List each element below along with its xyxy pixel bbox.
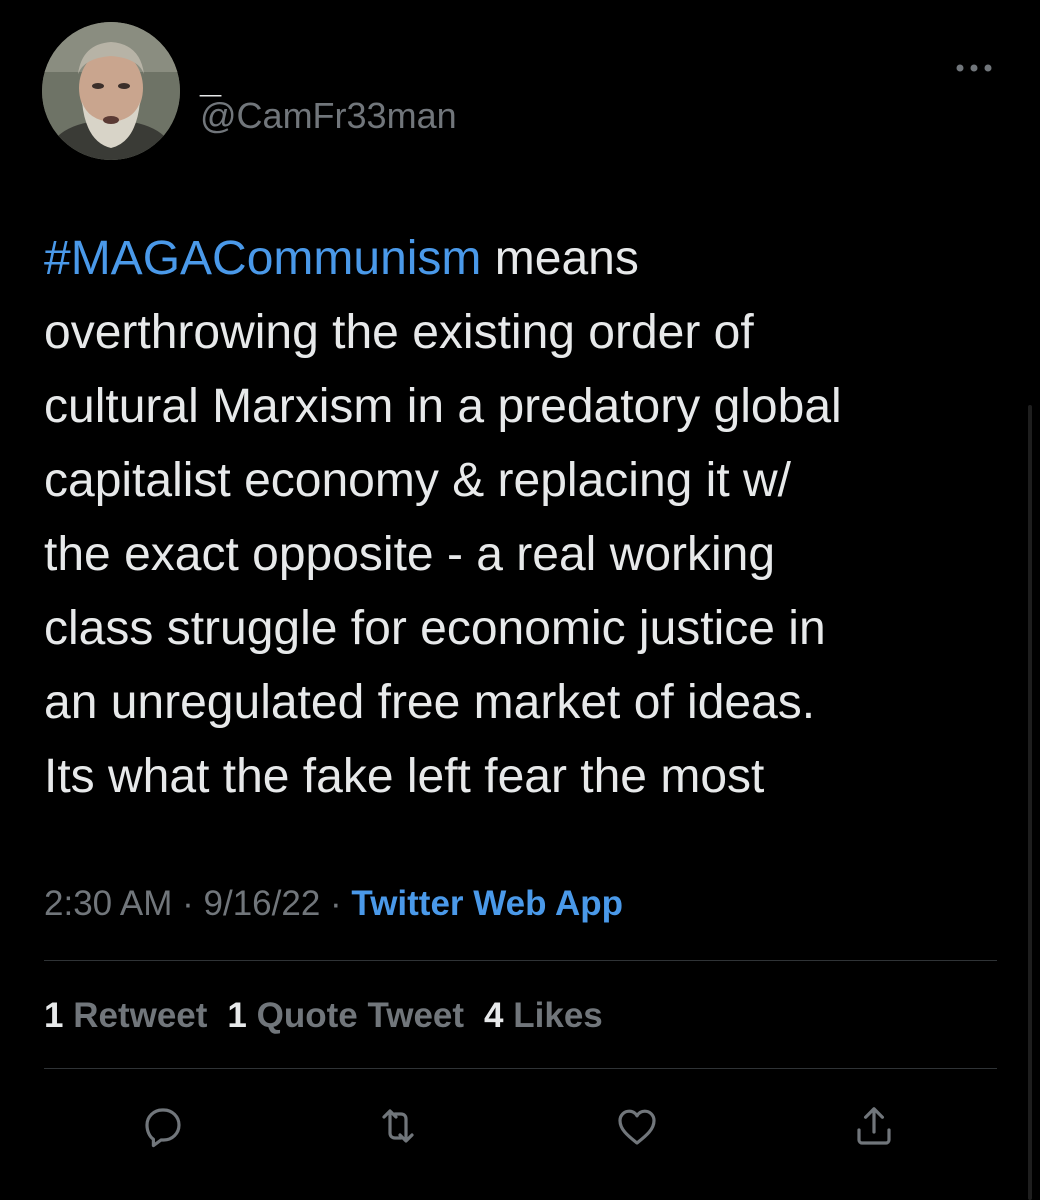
share-icon	[857, 1107, 891, 1145]
meta-separator: ·	[172, 884, 204, 923]
more-horizontal-icon	[956, 64, 992, 72]
scrollbar[interactable]	[1028, 405, 1032, 1200]
tweet-body: means overthrowing the existing order of…	[44, 232, 842, 803]
engagement-stats: 1 Retweet 1 Quote Tweet 4 Likes	[44, 992, 623, 1040]
tweet-metadata: 2:30 AM · 9/16/22 · Twitter Web App	[44, 880, 623, 928]
likes-stat[interactable]: 4 Likes	[484, 992, 603, 1040]
likes-count: 4	[484, 996, 504, 1035]
share-button[interactable]	[846, 1098, 902, 1154]
retweets-label: Retweet	[73, 996, 208, 1035]
retweet-button[interactable]	[370, 1098, 426, 1154]
quote-tweets-count: 1	[227, 996, 247, 1035]
divider	[44, 1068, 997, 1069]
like-button[interactable]	[609, 1098, 665, 1154]
reply-icon	[145, 1108, 181, 1148]
hashtag-link[interactable]: #MAGACommunism	[44, 232, 481, 285]
avatar-photo	[42, 22, 180, 160]
quote-tweets-stat[interactable]: 1 Quote Tweet	[227, 992, 464, 1040]
divider	[44, 960, 997, 961]
tweet-detail: _ @CamFr33man #MAGACommunism means overt…	[0, 0, 1040, 1200]
quote-tweets-label: Quote Tweet	[256, 996, 465, 1035]
tweet-text: #MAGACommunism means overthrowing the ex…	[44, 222, 1004, 814]
more-options-button[interactable]	[944, 48, 1004, 88]
meta-separator: ·	[320, 884, 352, 923]
retweets-count: 1	[44, 996, 64, 1035]
retweet-icon	[382, 1109, 414, 1143]
heart-icon	[618, 1109, 656, 1145]
tweet-time[interactable]: 2:30 AM	[44, 884, 172, 923]
tweet-date[interactable]: 9/16/22	[204, 884, 321, 923]
tweet-source-link[interactable]: Twitter Web App	[351, 884, 623, 923]
reply-button[interactable]	[135, 1098, 191, 1154]
tweet-actions	[0, 1098, 1040, 1154]
likes-label: Likes	[513, 996, 603, 1035]
avatar[interactable]	[42, 22, 180, 160]
retweets-stat[interactable]: 1 Retweet	[44, 992, 207, 1040]
author-handle[interactable]: @CamFr33man	[200, 94, 457, 138]
